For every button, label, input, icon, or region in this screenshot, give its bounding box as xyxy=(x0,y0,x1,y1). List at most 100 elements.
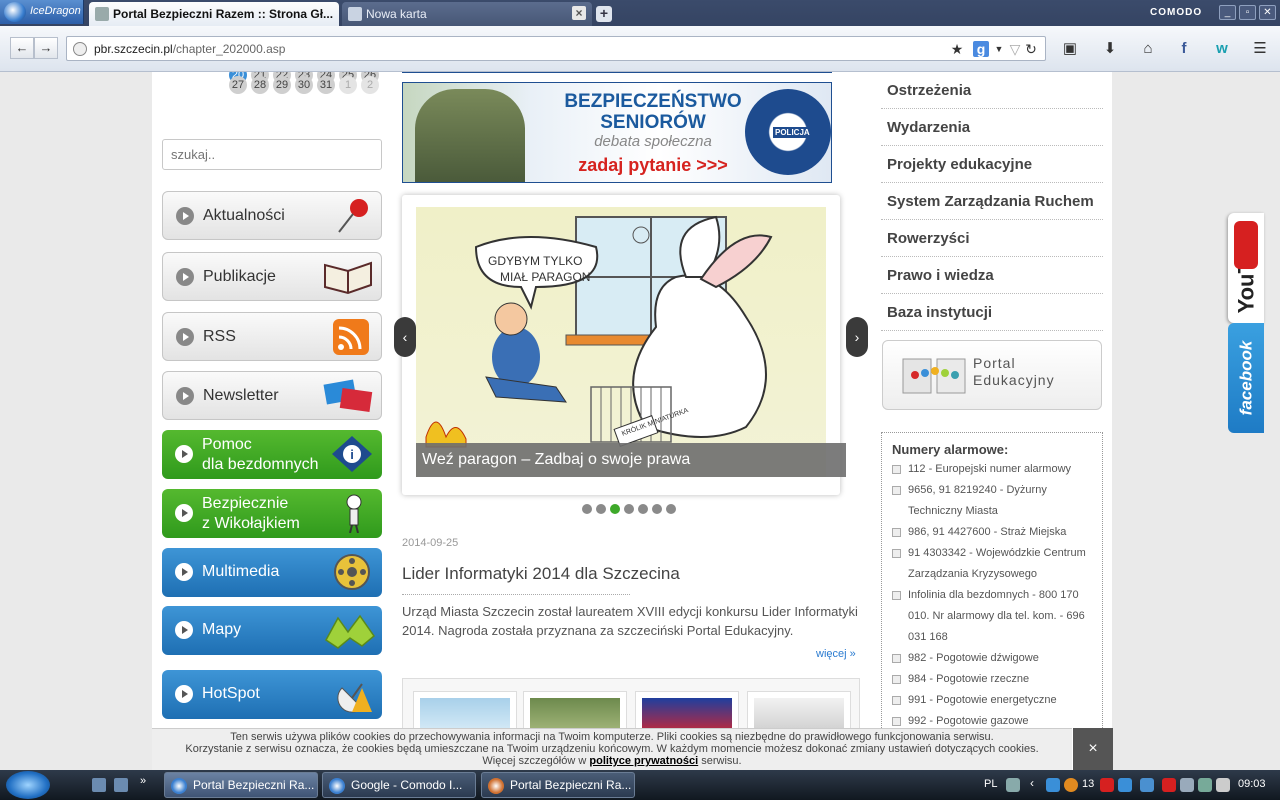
menu-item-wydarzenia[interactable]: Wydarzenia xyxy=(881,109,1103,146)
taskbar-item[interactable]: Google - Comodo I... xyxy=(322,772,476,798)
youtube-link[interactable]: YouTube xyxy=(1228,213,1264,323)
slider-dot[interactable] xyxy=(582,504,592,514)
taskbar: » Portal Bezpieczni Ra... Google - Comod… xyxy=(0,770,1280,800)
window-switch-icon[interactable] xyxy=(114,778,128,792)
menu-item-projekty-edukacyjne[interactable]: Projekty edukacyjne xyxy=(881,146,1103,183)
network-icon[interactable] xyxy=(1046,778,1060,792)
menu-item-prawo-i-wiedza[interactable]: Prawo i wiedza xyxy=(881,257,1103,294)
slider-next-button[interactable]: › xyxy=(846,317,868,357)
menu-item-system-zarzadzania-ruchem[interactable]: System Zarządzania Ruchem xyxy=(881,183,1103,220)
calendar-day[interactable]: 2 xyxy=(361,76,379,94)
start-button[interactable] xyxy=(6,771,50,799)
rss-icon xyxy=(333,319,369,355)
maximize-button[interactable]: ▫ xyxy=(1239,5,1256,20)
sidebar-item-publikacje[interactable]: Publikacje xyxy=(162,252,382,301)
search-input[interactable] xyxy=(162,139,382,170)
forward-button[interactable]: → xyxy=(34,37,58,59)
reload-icon[interactable]: ↻ xyxy=(1023,41,1039,57)
bookmark-star-icon[interactable]: ★ xyxy=(949,41,965,57)
calendar-day[interactable]: 31 xyxy=(317,76,335,94)
minimize-button[interactable]: _ xyxy=(1219,5,1236,20)
sidebar-item-bezpiecznie-z-wikolajkiem[interactable]: Bezpiecznie z Wikołajkiem xyxy=(162,489,382,538)
address-bar[interactable]: pbr.szczecin.pl/chapter_202000.asp ★ g ▼… xyxy=(66,36,1046,61)
cookie-line3-suffix: serwisu. xyxy=(698,755,742,767)
chat-icon[interactable] xyxy=(1140,778,1154,792)
calendar-day[interactable]: 28 xyxy=(251,76,269,94)
calendar-day[interactable]: 27 xyxy=(229,76,247,94)
slider-dot[interactable] xyxy=(652,504,662,514)
tray-expand-icon[interactable]: ‹ xyxy=(1030,776,1044,790)
sidebar-item-multimedia[interactable]: Multimedia xyxy=(162,548,382,597)
menu-icon[interactable]: ☰ xyxy=(1250,39,1270,59)
volume-icon[interactable] xyxy=(1216,778,1230,792)
slide-cartoon-image[interactable]: GDYBYM TYLKO MIAŁ PARAGON KRÓLIK MINIATU… xyxy=(416,207,826,477)
play-icon xyxy=(175,685,193,703)
menu-item-ostrzezenia[interactable]: Ostrzeżenia xyxy=(881,72,1103,109)
sidebar-item-newsletter[interactable]: Newsletter xyxy=(162,371,382,420)
url-text[interactable]: pbr.szczecin.pl/chapter_202000.asp xyxy=(94,42,285,56)
tab-new[interactable]: Nowa karta × xyxy=(342,2,592,26)
banner-cta[interactable]: zadaj pytanie >>> xyxy=(553,155,753,176)
taskbar-item[interactable]: Portal Bezpieczni Ra... xyxy=(164,772,318,798)
news-more-link[interactable]: więcej » xyxy=(816,648,856,660)
display-icon[interactable] xyxy=(1180,778,1194,792)
show-desktop-icon[interactable] xyxy=(92,778,106,792)
extension-icon[interactable]: w xyxy=(1212,39,1232,59)
calendar-day[interactable]: 29 xyxy=(273,76,291,94)
portal-edukacyjny-link[interactable]: Portal Edukacyjny xyxy=(882,340,1102,410)
new-tab-button[interactable]: + xyxy=(596,6,612,22)
download-icon[interactable]: ⬇ xyxy=(1100,39,1120,59)
menu-item-baza-instytucji[interactable]: Baza instytucji xyxy=(881,294,1103,331)
chevron-down-icon[interactable]: ▼ xyxy=(991,41,1007,57)
flag-icon[interactable] xyxy=(1162,778,1176,792)
play-icon xyxy=(176,387,194,405)
language-indicator[interactable]: PL xyxy=(984,778,997,790)
back-button[interactable]: ← xyxy=(10,37,34,59)
security-icon[interactable] xyxy=(1100,778,1114,792)
slider-dot-active[interactable] xyxy=(610,504,620,514)
brand-label: COMODO xyxy=(1150,7,1203,18)
calendar-day[interactable]: 1 xyxy=(339,76,357,94)
quicklaunch-more-icon[interactable]: » xyxy=(140,775,154,789)
taskbar-item[interactable]: Portal Bezpieczni Ra... xyxy=(481,772,635,798)
facebook-share-icon[interactable]: f xyxy=(1174,39,1194,59)
seniors-safety-banner[interactable]: BEZPIECZEŃSTWO SENIORÓW debata społeczna … xyxy=(402,82,832,183)
globe-icon xyxy=(73,42,87,56)
svg-text:i: i xyxy=(350,447,354,462)
monitor-icon[interactable] xyxy=(1118,778,1132,792)
calendar-day[interactable]: 30 xyxy=(295,76,313,94)
map-icon xyxy=(325,614,376,649)
slider-prev-button[interactable]: ‹ xyxy=(394,317,416,357)
banner-title: BEZPIECZEŃSTWO SENIORÓW xyxy=(553,91,753,133)
facebook-link[interactable]: facebook xyxy=(1228,323,1264,433)
bookmarks-menu-icon[interactable]: ▣ xyxy=(1060,39,1080,59)
dropdown-arrow-icon[interactable]: ▽ xyxy=(1007,41,1023,57)
slide-caption[interactable]: Weź paragon – Zadbaj o swoje prawa xyxy=(416,443,846,477)
clock[interactable]: 09:03 xyxy=(1238,778,1266,790)
wifi-icon[interactable] xyxy=(1198,778,1212,792)
close-window-button[interactable]: ✕ xyxy=(1259,5,1276,20)
privacy-policy-link[interactable]: polityce prywatności xyxy=(589,755,698,767)
sidebar-item-pomoc-dla-bezdomnych[interactable]: Pomoc dla bezdomnych i xyxy=(162,430,382,479)
update-icon[interactable] xyxy=(1064,778,1078,792)
menu-item-rowerzysci[interactable]: Rowerzyści xyxy=(881,220,1103,257)
sidebar-item-hotspot[interactable]: HotSpot xyxy=(162,670,382,719)
google-search-icon[interactable]: g xyxy=(973,41,989,57)
keyboard-icon[interactable] xyxy=(1006,778,1020,792)
slider-dot[interactable] xyxy=(666,504,676,514)
slider-dot[interactable] xyxy=(596,504,606,514)
sidebar-item-rss[interactable]: RSS xyxy=(162,312,382,361)
label-line1: Bezpiecznie xyxy=(202,495,289,512)
browser-menu-button[interactable]: IceDragon xyxy=(0,0,84,24)
sidebar-item-mapy[interactable]: Mapy xyxy=(162,606,382,655)
slider-dot[interactable] xyxy=(624,504,634,514)
close-tab-icon[interactable]: × xyxy=(572,6,586,20)
tab-portal[interactable]: Portal Bezpieczni Razem :: Strona Gł... xyxy=(89,2,339,26)
dragon-logo-icon xyxy=(4,2,26,22)
home-icon[interactable]: ⌂ xyxy=(1138,39,1158,59)
sidebar-item-aktualnosci[interactable]: Aktualności xyxy=(162,191,382,240)
slider-dot[interactable] xyxy=(638,504,648,514)
news-title[interactable]: Lider Informatyki 2014 dla Szczecina xyxy=(402,564,680,584)
cookie-close-button[interactable]: × xyxy=(1073,728,1113,770)
news-date: 2014-09-25 xyxy=(402,537,459,549)
